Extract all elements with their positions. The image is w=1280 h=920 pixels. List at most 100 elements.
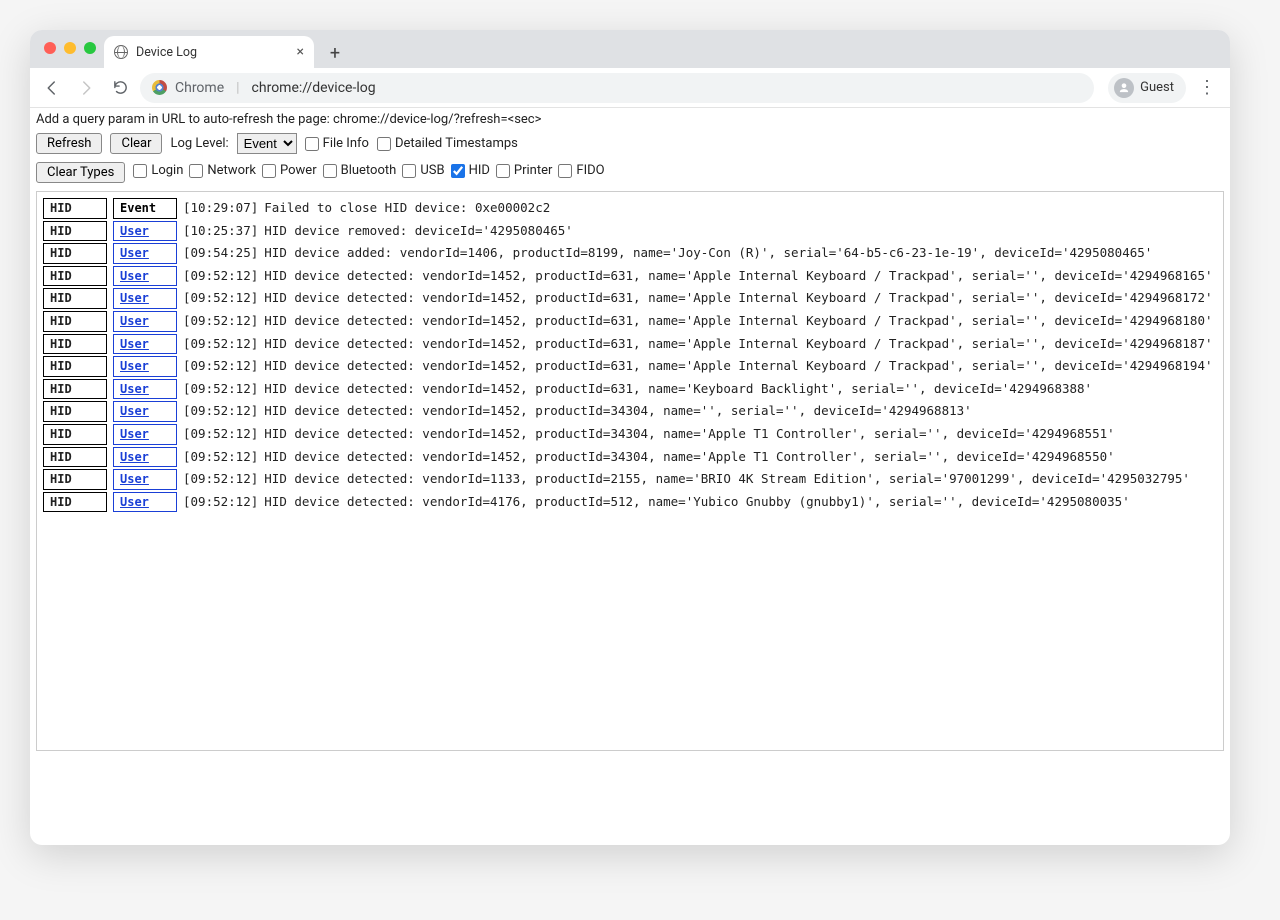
forward-button[interactable] xyxy=(72,74,100,102)
log-type-tag: HID xyxy=(43,401,107,422)
log-type-tag: HID xyxy=(43,469,107,490)
type-filter-input-bluetooth[interactable] xyxy=(323,164,337,178)
log-message: HID device detected: vendorId=1452, prod… xyxy=(264,447,1114,466)
chrome-icon xyxy=(152,80,167,95)
kebab-menu-button[interactable]: ⋮ xyxy=(1192,73,1222,103)
log-level-tag[interactable]: User xyxy=(113,311,177,332)
log-level-tag[interactable]: User xyxy=(113,424,177,445)
refresh-button[interactable]: Refresh xyxy=(36,133,102,154)
log-row: HID User [09:52:12] HID device detected: v… xyxy=(43,447,1217,468)
log-row: HIDEvent[10:29:07] Failed to close HID d… xyxy=(43,198,1217,219)
tab-device-log[interactable]: Device Log × xyxy=(104,36,314,68)
type-filter-input-fido[interactable] xyxy=(558,164,572,178)
log-level-tag[interactable]: User xyxy=(113,447,177,468)
log-timestamp: [09:52:12] xyxy=(183,447,258,466)
log-timestamp: [09:52:12] xyxy=(183,334,258,353)
log-level-tag[interactable]: User xyxy=(113,334,177,355)
log-type-tag: HID xyxy=(43,356,107,377)
type-filter-input-network[interactable] xyxy=(189,164,203,178)
detailed-timestamps-checkbox[interactable]: Detailed Timestamps xyxy=(377,136,518,151)
log-timestamp: [09:52:12] xyxy=(183,492,258,511)
log-message: HID device detected: vendorId=4176, prod… xyxy=(264,492,1129,511)
log-message: HID device detected: vendorId=1133, prod… xyxy=(264,469,1190,488)
type-filter-label: FIDO xyxy=(576,163,604,178)
log-level-tag[interactable]: User xyxy=(113,356,177,377)
type-filter-login[interactable]: Login xyxy=(133,163,183,178)
detailed-timestamps-input[interactable] xyxy=(377,137,391,151)
type-filter-label: USB xyxy=(420,163,444,178)
type-filter-label: Network xyxy=(207,163,256,178)
log-message: HID device detected: vendorId=1452, prod… xyxy=(264,356,1212,375)
log-level-tag[interactable]: User xyxy=(113,492,177,513)
log-message: HID device detected: vendorId=1452, prod… xyxy=(264,266,1212,285)
clear-types-button[interactable]: Clear Types xyxy=(36,162,125,183)
type-filter-input-hid[interactable] xyxy=(451,164,465,178)
log-timestamp: [09:52:12] xyxy=(183,288,258,307)
tab-close-icon[interactable]: × xyxy=(297,44,304,60)
log-level-tag[interactable]: User xyxy=(113,469,177,490)
log-level-select[interactable]: Event xyxy=(237,133,297,154)
type-filter-fido[interactable]: FIDO xyxy=(558,163,604,178)
log-level-tag[interactable]: User xyxy=(113,266,177,287)
log-row: HIDUser[09:52:12] HID device detected: v… xyxy=(43,424,1217,445)
type-filter-network[interactable]: Network xyxy=(189,163,256,178)
type-filter-label: HID xyxy=(469,163,490,178)
arrow-left-icon xyxy=(43,79,61,97)
traffic-lights xyxy=(44,42,96,54)
log-message: Failed to close HID device: 0xe00002c2 xyxy=(264,198,550,217)
window-minimize-icon[interactable] xyxy=(64,42,76,54)
log-row: HID User [09:52:12] HID device detected: v… xyxy=(43,266,1217,287)
log-level-tag[interactable]: User xyxy=(113,243,177,264)
log-timestamp: [09:52:12] xyxy=(183,379,258,398)
log-timestamp: [10:25:37] xyxy=(183,221,258,240)
type-filter-input-login[interactable] xyxy=(133,164,147,178)
file-info-checkbox[interactable]: File Info xyxy=(305,136,369,151)
log-row: HID User [09:52:12] HID device detected: v… xyxy=(43,469,1217,490)
new-tab-button[interactable]: + xyxy=(322,40,348,66)
back-button[interactable] xyxy=(38,74,66,102)
log-type-tag: HID xyxy=(43,334,107,355)
log-timestamp: [09:52:12] xyxy=(183,266,258,285)
window-maximize-icon[interactable] xyxy=(84,42,96,54)
address-url: chrome://device-log xyxy=(252,80,376,96)
log-level-tag[interactable]: User xyxy=(113,221,177,242)
log-level-tag[interactable]: User xyxy=(113,401,177,422)
avatar-icon xyxy=(1114,78,1134,98)
address-origin: Chrome xyxy=(175,80,224,96)
log-type-tag: HID xyxy=(43,243,107,264)
log-timestamp: [09:52:12] xyxy=(183,311,258,330)
page-content: Add a query param in URL to auto-refresh… xyxy=(30,108,1230,845)
reload-button[interactable] xyxy=(106,74,134,102)
log-type-tag: HID xyxy=(43,266,107,287)
browser-window: Device Log × + Chrome | chrome://device-… xyxy=(30,30,1230,845)
log-row: HIDUser[09:52:12] HID device detected: v… xyxy=(43,379,1217,400)
toolbar: Chrome | chrome://device-log Guest ⋮ xyxy=(30,68,1230,108)
type-filter-label: Login xyxy=(151,163,183,178)
type-filter-row: Clear Types Login Network Power Bluetooth US… xyxy=(30,160,1230,191)
log-timestamp: [09:52:12] xyxy=(183,469,258,488)
log-level-tag[interactable]: User xyxy=(113,379,177,400)
log-row: HIDUser[09:52:12] HID device detected: v… xyxy=(43,492,1217,513)
type-filter-hid[interactable]: HID xyxy=(451,163,490,178)
type-filter-power[interactable]: Power xyxy=(262,163,317,178)
window-close-icon[interactable] xyxy=(44,42,56,54)
log-timestamp: [10:29:07] xyxy=(183,198,258,217)
log-type-tag: HID xyxy=(43,447,107,468)
file-info-input[interactable] xyxy=(305,137,319,151)
log-area: HIDEvent[10:29:07] Failed to close HID d… xyxy=(36,191,1224,751)
log-message: HID device detected: vendorId=1452, prod… xyxy=(264,311,1212,330)
type-filter-label: Power xyxy=(280,163,317,178)
type-filter-input-power[interactable] xyxy=(262,164,276,178)
type-filter-input-usb[interactable] xyxy=(402,164,416,178)
log-timestamp: [09:52:12] xyxy=(183,424,258,443)
titlebar: Device Log × + xyxy=(30,30,1230,68)
profile-chip[interactable]: Guest xyxy=(1108,73,1186,103)
type-filter-usb[interactable]: USB xyxy=(402,163,444,178)
clear-button[interactable]: Clear xyxy=(110,133,162,154)
tab-title: Device Log xyxy=(136,45,197,60)
log-level-tag[interactable]: User xyxy=(113,288,177,309)
type-filter-input-printer[interactable] xyxy=(496,164,510,178)
type-filter-printer[interactable]: Printer xyxy=(496,163,553,178)
address-bar[interactable]: Chrome | chrome://device-log xyxy=(140,73,1094,103)
type-filter-bluetooth[interactable]: Bluetooth xyxy=(323,163,397,178)
